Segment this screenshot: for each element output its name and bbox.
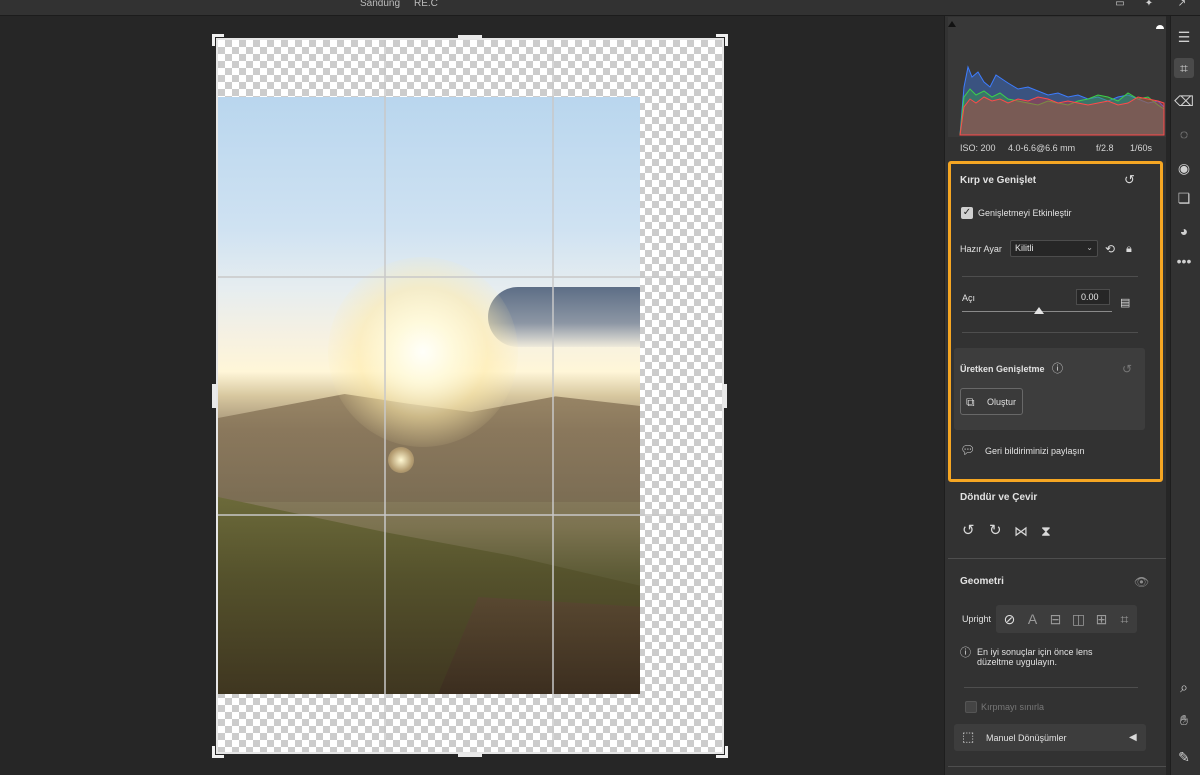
visibility-eye-icon[interactable]: 👁︎ [1134,575,1149,589]
upright-auto-icon[interactable]: A [1021,605,1044,633]
chevron-down-icon: ⌄ [1086,243,1093,252]
crop-handle-right[interactable] [723,384,727,408]
aperture-value: f/2.8 [1096,143,1114,153]
manual-transforms-label: Manuel Dönüşümler [986,733,1067,743]
feedback-link[interactable]: Geri bildiriminizi paylaşın [985,446,1085,456]
camera-info: ISO: 200 4.0-6.6@6.6 mm f/2.8 1/60s [948,140,1166,158]
lens-correction-hint: En iyi sonuçlar için önce lens düzeltme … [977,647,1093,667]
eraser-icon[interactable]: ⌫ [1174,91,1194,111]
rotate-right-icon[interactable]: ↻ [989,523,1002,538]
enable-expand-checkbox[interactable]: ✓ [961,207,973,219]
upright-full-icon[interactable]: ⊞ [1090,605,1113,633]
rotate-aspect-icon[interactable]: ⟲ [1105,242,1115,256]
manual-transforms-row[interactable]: ⬚ Manuel Dönüşümler ◀ [954,724,1146,751]
top-bar: Sandung RE.C ▭ ✦ ↗ [0,0,1200,16]
top-title-right: RE.C [414,0,438,9]
constrain-crop-label[interactable]: Kırpmayı sınırla [981,702,1044,712]
grid-line-v2 [552,40,554,752]
photo [218,97,640,694]
upright-guided-icon[interactable]: ⌗ [1113,605,1136,633]
layers-icon[interactable]: ❏ [1174,188,1194,208]
grid-line-h1 [218,276,722,278]
reset-icon[interactable]: ↺ [1124,173,1135,187]
top-title-left: Sandung [360,0,401,9]
pin-icon[interactable]: ✦ [1143,0,1155,9]
shutter-value: 1/60s [1130,143,1153,153]
generative-expand-title: Üretken Genişletme [960,364,1045,374]
flip-horizontal-icon[interactable]: ⋈ [1014,524,1028,538]
crop-handle-bottom[interactable] [458,753,482,757]
generate-icon: ⧉ [966,395,975,409]
upright-options: ⊘ A ⊟ ◫ ⊞ ⌗ [996,605,1137,633]
histogram [948,17,1166,137]
arrow-icon[interactable]: ↗ [1176,0,1188,9]
edit-icon[interactable]: ☰ [1174,27,1194,47]
grid-line-h2 [218,514,722,516]
upright-label: Upright [962,614,992,624]
crop-handle-bottom-right[interactable] [716,746,728,758]
info-icon[interactable]: ⓘ [1052,362,1063,376]
enable-expand-label[interactable]: Genişletmeyi Etkinleştir [978,208,1072,218]
feedback-icon[interactable]: 💬︎ [960,443,975,457]
expand-left-icon: ◀ [1129,732,1137,743]
window-icon[interactable]: ▭ [1114,0,1126,9]
sun-glow [328,257,518,447]
info-icon: ⓘ [960,647,971,659]
iso-value: ISO: 200 [960,143,996,153]
angle-label: Açı [962,293,976,303]
flip-vertical-icon[interactable]: ⧗ [1041,524,1051,538]
straighten-tool-icon[interactable]: ▤ [1120,296,1130,310]
crop-handle-top[interactable] [458,35,482,39]
presets-icon[interactable]: ◕ [1174,221,1194,241]
crop-handle-bottom-left[interactable] [212,746,224,758]
upright-level-icon[interactable]: ⊟ [1044,605,1067,633]
crop-handle-top-right[interactable] [716,34,728,46]
reset-disabled-icon: ↺ [1122,362,1133,376]
angle-slider-thumb[interactable] [1034,307,1044,314]
upright-off-icon[interactable]: ⊘ [998,605,1021,633]
healing-icon[interactable]: ◌ [1174,124,1194,144]
generate-button-label: Oluştur [987,397,1017,407]
divider [948,766,1166,767]
transform-icon: ⬚ [962,729,975,744]
crop-panel-title[interactable]: Kırp ve Genişlet [960,175,1036,186]
histogram-graph [948,21,1165,136]
sampler-icon[interactable]: ✎ [1174,747,1194,767]
angle-input[interactable]: 0.00 [1076,289,1110,305]
preset-value: Kilitli [1015,243,1034,253]
divider [962,332,1138,333]
upright-vertical-icon[interactable]: ◫ [1067,605,1090,633]
crop-icon[interactable]: ⌗ [1174,58,1194,78]
redeye-icon[interactable]: ◉ [1174,158,1194,178]
generate-button[interactable]: ⧉ Oluştur [960,388,1023,415]
lens-value: 4.0-6.6@6.6 mm [1008,143,1076,153]
divider [964,687,1138,688]
crop-handle-top-left[interactable] [212,34,224,46]
rotate-panel-title[interactable]: Döndür ve Çevir [960,492,1037,503]
crop-handle-left[interactable] [212,384,216,408]
lock-icon[interactable]: 🔒︎ [1126,242,1132,256]
geometry-panel-title[interactable]: Geometri [960,576,1004,587]
grid-line-v1 [384,40,386,752]
rotate-left-icon[interactable]: ↺ [962,523,975,538]
preset-select[interactable]: Kilitli ⌄ [1010,240,1098,257]
hand-icon[interactable]: ✋︎ [1174,710,1194,730]
more-icon[interactable]: ••• [1174,251,1194,271]
preset-label: Hazır Ayar [960,244,1002,254]
divider [948,558,1166,559]
lens-flare [388,447,414,473]
zoom-icon[interactable]: ⌕ [1174,677,1194,697]
divider [962,276,1138,277]
constrain-crop-checkbox[interactable] [965,701,977,713]
crop-frame[interactable] [216,38,724,754]
